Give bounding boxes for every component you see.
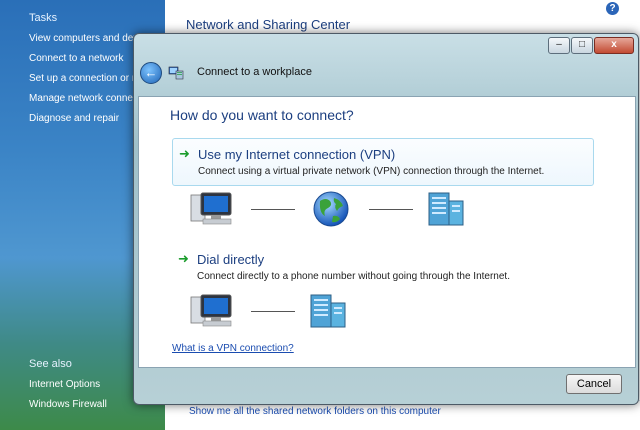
back-arrow-icon[interactable]: ← (140, 62, 162, 84)
minimize-button[interactable]: – (548, 37, 570, 54)
task-link-diagnose-repair[interactable]: Diagnose and repair (29, 113, 119, 124)
maximize-button[interactable]: □ (571, 37, 593, 54)
server-icon (310, 294, 346, 328)
what-is-vpn-link[interactable]: What is a VPN connection? (172, 343, 294, 354)
green-arrow-icon: ➜ (178, 251, 189, 266)
connection-line (251, 209, 295, 210)
connect-workplace-dialog: – □ x ← Connect to a workplace How do yo… (133, 33, 639, 405)
option-title: Use my Internet connection (VPN) (198, 147, 396, 162)
option-title: Dial directly (197, 252, 265, 267)
option-use-internet-vpn[interactable]: ➜ Use my Internet connection (VPN) Conne… (172, 138, 594, 186)
option-description: Connect directly to a phone number witho… (197, 271, 510, 282)
computer-icon (190, 192, 232, 225)
computer-icon (190, 294, 232, 327)
connection-line (251, 311, 295, 312)
wizard-network-icon (168, 66, 184, 80)
task-link-connect-network[interactable]: Connect to a network (29, 53, 124, 64)
see-also-internet-options[interactable]: Internet Options (29, 379, 100, 390)
server-icon (428, 192, 464, 226)
connection-line (369, 209, 413, 210)
maximize-icon: □ (578, 39, 586, 50)
cancel-button[interactable]: Cancel (566, 374, 622, 394)
caption-buttons: – □ x (547, 37, 634, 54)
tasks-header: Tasks (29, 12, 58, 24)
close-button[interactable]: x (594, 37, 634, 54)
green-arrow-icon: ➜ (179, 146, 190, 161)
dialog-titlebar[interactable]: – □ x ← Connect to a workplace (134, 34, 638, 104)
option-description: Connect using a virtual private network … (198, 166, 545, 177)
see-also-windows-firewall[interactable]: Windows Firewall (29, 399, 107, 410)
option-dial-directly[interactable]: ➜ Dial directly Connect directly to a ph… (172, 244, 592, 290)
globe-icon (313, 191, 349, 227)
dial-diagram (139, 291, 635, 331)
dialog-content: How do you want to connect? ➜ Use my Int… (138, 96, 636, 368)
task-link-manage-connections[interactable]: Manage network connec (29, 93, 138, 104)
question-heading: How do you want to connect? (170, 107, 354, 123)
close-icon: x (611, 39, 617, 50)
shared-folders-link[interactable]: Show me all the shared network folders o… (189, 406, 441, 417)
help-icon[interactable]: ? (606, 2, 619, 15)
task-link-view-computers[interactable]: View computers and dev (29, 33, 138, 44)
dialog-title: Connect to a workplace (197, 66, 312, 78)
vpn-diagram (139, 189, 635, 229)
task-link-setup-connection[interactable]: Set up a connection or n (29, 73, 137, 84)
minimize-icon: – (556, 39, 562, 50)
page-title: Network and Sharing Center (186, 17, 351, 32)
see-also-header: See also (29, 358, 72, 370)
